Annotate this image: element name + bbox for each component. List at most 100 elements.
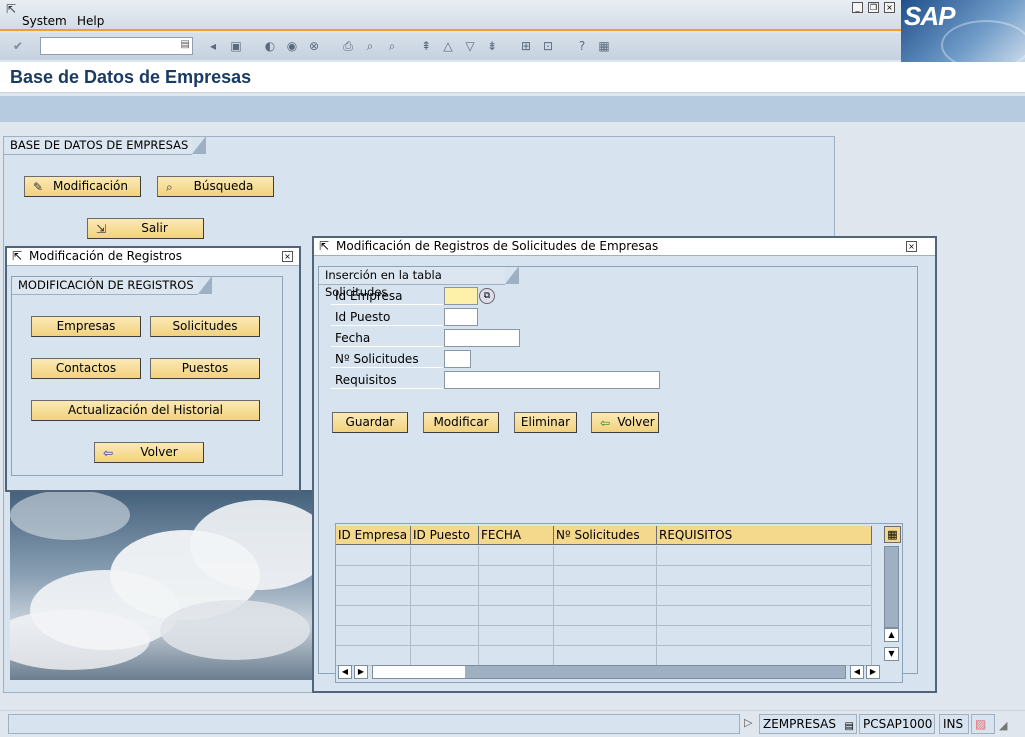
table-row[interactable] xyxy=(336,646,872,666)
status-expand-icon[interactable]: ▷ xyxy=(744,716,752,729)
volver-registros-button[interactable]: ⇦ Volver xyxy=(94,442,204,463)
table-cell[interactable] xyxy=(411,586,479,606)
print-icon[interactable]: ⎙ xyxy=(340,38,356,54)
first-page-icon[interactable]: ⇞ xyxy=(418,38,434,54)
table-row[interactable] xyxy=(336,606,872,626)
id-empresa-input[interactable] xyxy=(444,287,478,305)
table-cell[interactable] xyxy=(411,626,479,646)
table-cell[interactable] xyxy=(479,566,554,586)
table-cell[interactable] xyxy=(411,566,479,586)
table-cell[interactable] xyxy=(657,626,872,646)
command-field[interactable]: ▤ xyxy=(40,37,193,55)
shortcut-icon[interactable]: ⊡ xyxy=(540,38,556,54)
puestos-button[interactable]: Puestos xyxy=(150,358,260,379)
table-cell[interactable] xyxy=(657,566,872,586)
solicitudes-button[interactable]: Solicitudes xyxy=(150,316,260,337)
col-header-fecha[interactable]: FECHA xyxy=(479,526,554,545)
find-next-icon[interactable]: ⌕ xyxy=(384,38,400,54)
table-cell[interactable] xyxy=(657,586,872,606)
id-puesto-input[interactable] xyxy=(444,308,478,326)
n-solicitudes-input[interactable] xyxy=(444,350,471,368)
table-cell[interactable] xyxy=(479,546,554,566)
menu-help[interactable]: Help xyxy=(77,14,104,28)
scroll-col-right-icon[interactable]: ▶ xyxy=(866,665,880,679)
table-cell[interactable] xyxy=(554,646,657,666)
table-cell[interactable] xyxy=(336,646,411,666)
modificar-button[interactable]: Modificar xyxy=(423,412,499,433)
scroll-left-icon[interactable]: ◀ xyxy=(338,665,352,679)
table-cell[interactable] xyxy=(554,566,657,586)
table-cell[interactable] xyxy=(554,586,657,606)
scroll-right-icon[interactable]: ▶ xyxy=(354,665,368,679)
table-cell[interactable] xyxy=(479,606,554,626)
table-cell[interactable] xyxy=(411,606,479,626)
close-icon[interactable]: × xyxy=(282,251,293,262)
requisitos-input[interactable] xyxy=(444,371,660,389)
back-icon[interactable]: ◐ xyxy=(262,38,278,54)
col-header-n-solicitudes[interactable]: Nº Solicitudes xyxy=(554,526,657,545)
scroll-up-icon[interactable]: ▲ xyxy=(884,628,899,642)
last-page-icon[interactable]: ⇟ xyxy=(484,38,500,54)
guardar-button[interactable]: Guardar xyxy=(332,412,408,433)
table-cell[interactable] xyxy=(336,606,411,626)
salir-button[interactable]: ⇲ Salir xyxy=(87,218,204,239)
eliminar-button[interactable]: Eliminar xyxy=(514,412,577,433)
table-cell[interactable] xyxy=(657,546,872,566)
restore-icon[interactable]: ❐ xyxy=(868,2,879,13)
horizontal-scrollbar-thumb[interactable] xyxy=(373,666,465,678)
col-header-requisitos[interactable]: REQUISITOS xyxy=(657,526,872,545)
exit-icon[interactable]: ◉ xyxy=(284,38,300,54)
next-page-icon[interactable]: ▽ xyxy=(462,38,478,54)
table-cell[interactable] xyxy=(554,606,657,626)
table-cell[interactable] xyxy=(336,626,411,646)
minimize-icon[interactable]: _ xyxy=(852,2,863,13)
search-help-icon[interactable]: ⧉ xyxy=(479,288,495,304)
table-cell[interactable] xyxy=(336,546,411,566)
new-session-icon[interactable]: ⊞ xyxy=(518,38,534,54)
table-cell[interactable] xyxy=(479,626,554,646)
back-arrow-icon[interactable]: ◂ xyxy=(205,38,221,54)
table-settings-icon[interactable]: ▦ xyxy=(884,526,901,543)
volver-solicitudes-button[interactable]: ⇦ Volver xyxy=(591,412,659,433)
resize-grip-icon[interactable]: ◢ xyxy=(999,719,1007,732)
table-row[interactable] xyxy=(336,626,872,646)
historial-button[interactable]: Actualización del Historial xyxy=(31,400,260,421)
table-cell[interactable] xyxy=(657,606,872,626)
fecha-input[interactable] xyxy=(444,329,520,347)
help-icon[interactable]: ? xyxy=(574,38,590,54)
window-menu-icon[interactable]: ⇱ xyxy=(6,2,16,16)
vertical-scrollbar-thumb[interactable] xyxy=(884,546,899,628)
modificacion-button[interactable]: ✎ Modificación xyxy=(24,176,141,197)
close-icon[interactable]: × xyxy=(906,241,917,252)
table-cell[interactable] xyxy=(411,546,479,566)
scroll-col-left-icon[interactable]: ◀ xyxy=(850,665,864,679)
table-cell[interactable] xyxy=(479,646,554,666)
table-cell[interactable] xyxy=(336,566,411,586)
table-cell[interactable] xyxy=(411,646,479,666)
table-cell[interactable] xyxy=(336,586,411,606)
enter-check-icon[interactable]: ✔ xyxy=(10,38,26,54)
table-cell[interactable] xyxy=(479,586,554,606)
command-input[interactable] xyxy=(41,38,177,54)
table-row[interactable] xyxy=(336,546,872,566)
contactos-button[interactable]: Contactos xyxy=(31,358,141,379)
find-icon[interactable]: ⌕ xyxy=(362,38,378,54)
command-history-icon[interactable]: ▤ xyxy=(181,39,190,50)
col-header-id-puesto[interactable]: ID Puesto xyxy=(411,526,479,545)
table-cell[interactable] xyxy=(554,626,657,646)
save-icon[interactable]: ▣ xyxy=(228,38,244,54)
previous-page-icon[interactable]: △ xyxy=(440,38,456,54)
cancel-icon[interactable]: ⊗ xyxy=(306,38,322,54)
layout-menu-icon[interactable]: ▦ xyxy=(596,38,612,54)
busqueda-button[interactable]: ⌕ Búsqueda xyxy=(157,176,274,197)
table-cell[interactable] xyxy=(554,546,657,566)
menu-system[interactable]: System xyxy=(22,14,67,28)
table-cell[interactable] xyxy=(657,646,872,666)
table-row[interactable] xyxy=(336,566,872,586)
col-header-id-empresa[interactable]: ID Empresa xyxy=(336,526,411,545)
horizontal-scrollbar-track[interactable] xyxy=(372,665,846,679)
scroll-down-icon[interactable]: ▼ xyxy=(884,647,899,661)
empresas-button[interactable]: Empresas xyxy=(31,316,141,337)
table-row[interactable] xyxy=(336,586,872,606)
close-window-icon[interactable]: × xyxy=(884,2,895,13)
